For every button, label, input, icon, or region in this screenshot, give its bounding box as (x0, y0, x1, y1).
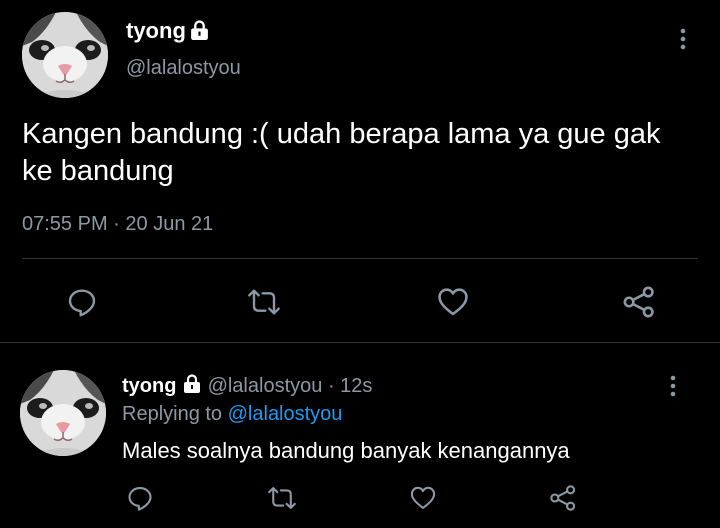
replying-to: Replying to @lalalostyou (122, 403, 342, 426)
more-options-icon[interactable] (669, 374, 677, 398)
author-display-name[interactable]: tyong (126, 18, 186, 44)
reply-author-avatar[interactable] (20, 370, 106, 456)
author-avatar[interactable] (22, 12, 108, 98)
reply-icon[interactable] (66, 286, 98, 318)
lock-icon (189, 20, 210, 41)
share-icon[interactable] (549, 484, 577, 512)
tweet-date: 20 Jun 21 (125, 213, 214, 235)
reply-separator: · (327, 375, 335, 397)
cat-face-avatar-icon (22, 12, 108, 98)
reply-display-name[interactable]: tyong (122, 375, 176, 397)
retweet-icon[interactable] (267, 484, 297, 512)
replying-to-handle-link[interactable]: @lalalostyou (228, 403, 343, 425)
cat-face-avatar-icon (20, 370, 106, 456)
replying-to-label: Replying to (122, 403, 223, 425)
like-icon[interactable] (436, 285, 470, 319)
tweet-text: Kangen bandung :( udah berapa lama ya gu… (22, 118, 661, 187)
divider (22, 258, 698, 259)
reply-age: 12s (340, 375, 373, 397)
reply-icon[interactable] (126, 484, 154, 512)
divider (0, 342, 720, 343)
reply-text: Males soalnya bandung banyak kenangannya (122, 438, 570, 463)
retweet-icon[interactable] (247, 286, 281, 318)
timestamp-separator: · (113, 213, 120, 235)
like-icon[interactable] (409, 484, 437, 512)
reply-header: tyong @lalalostyou · 12s (122, 374, 372, 398)
more-options-icon[interactable] (679, 27, 687, 51)
reply-handle[interactable]: @lalalostyou (208, 375, 323, 397)
lock-icon (182, 374, 202, 394)
author-handle[interactable]: @lalalostyou (126, 57, 241, 80)
tweet-timestamp[interactable]: 07:55 PM · 20 Jun 21 (22, 213, 213, 236)
tweet-time: 07:55 PM (22, 213, 108, 235)
share-icon[interactable] (622, 285, 656, 319)
